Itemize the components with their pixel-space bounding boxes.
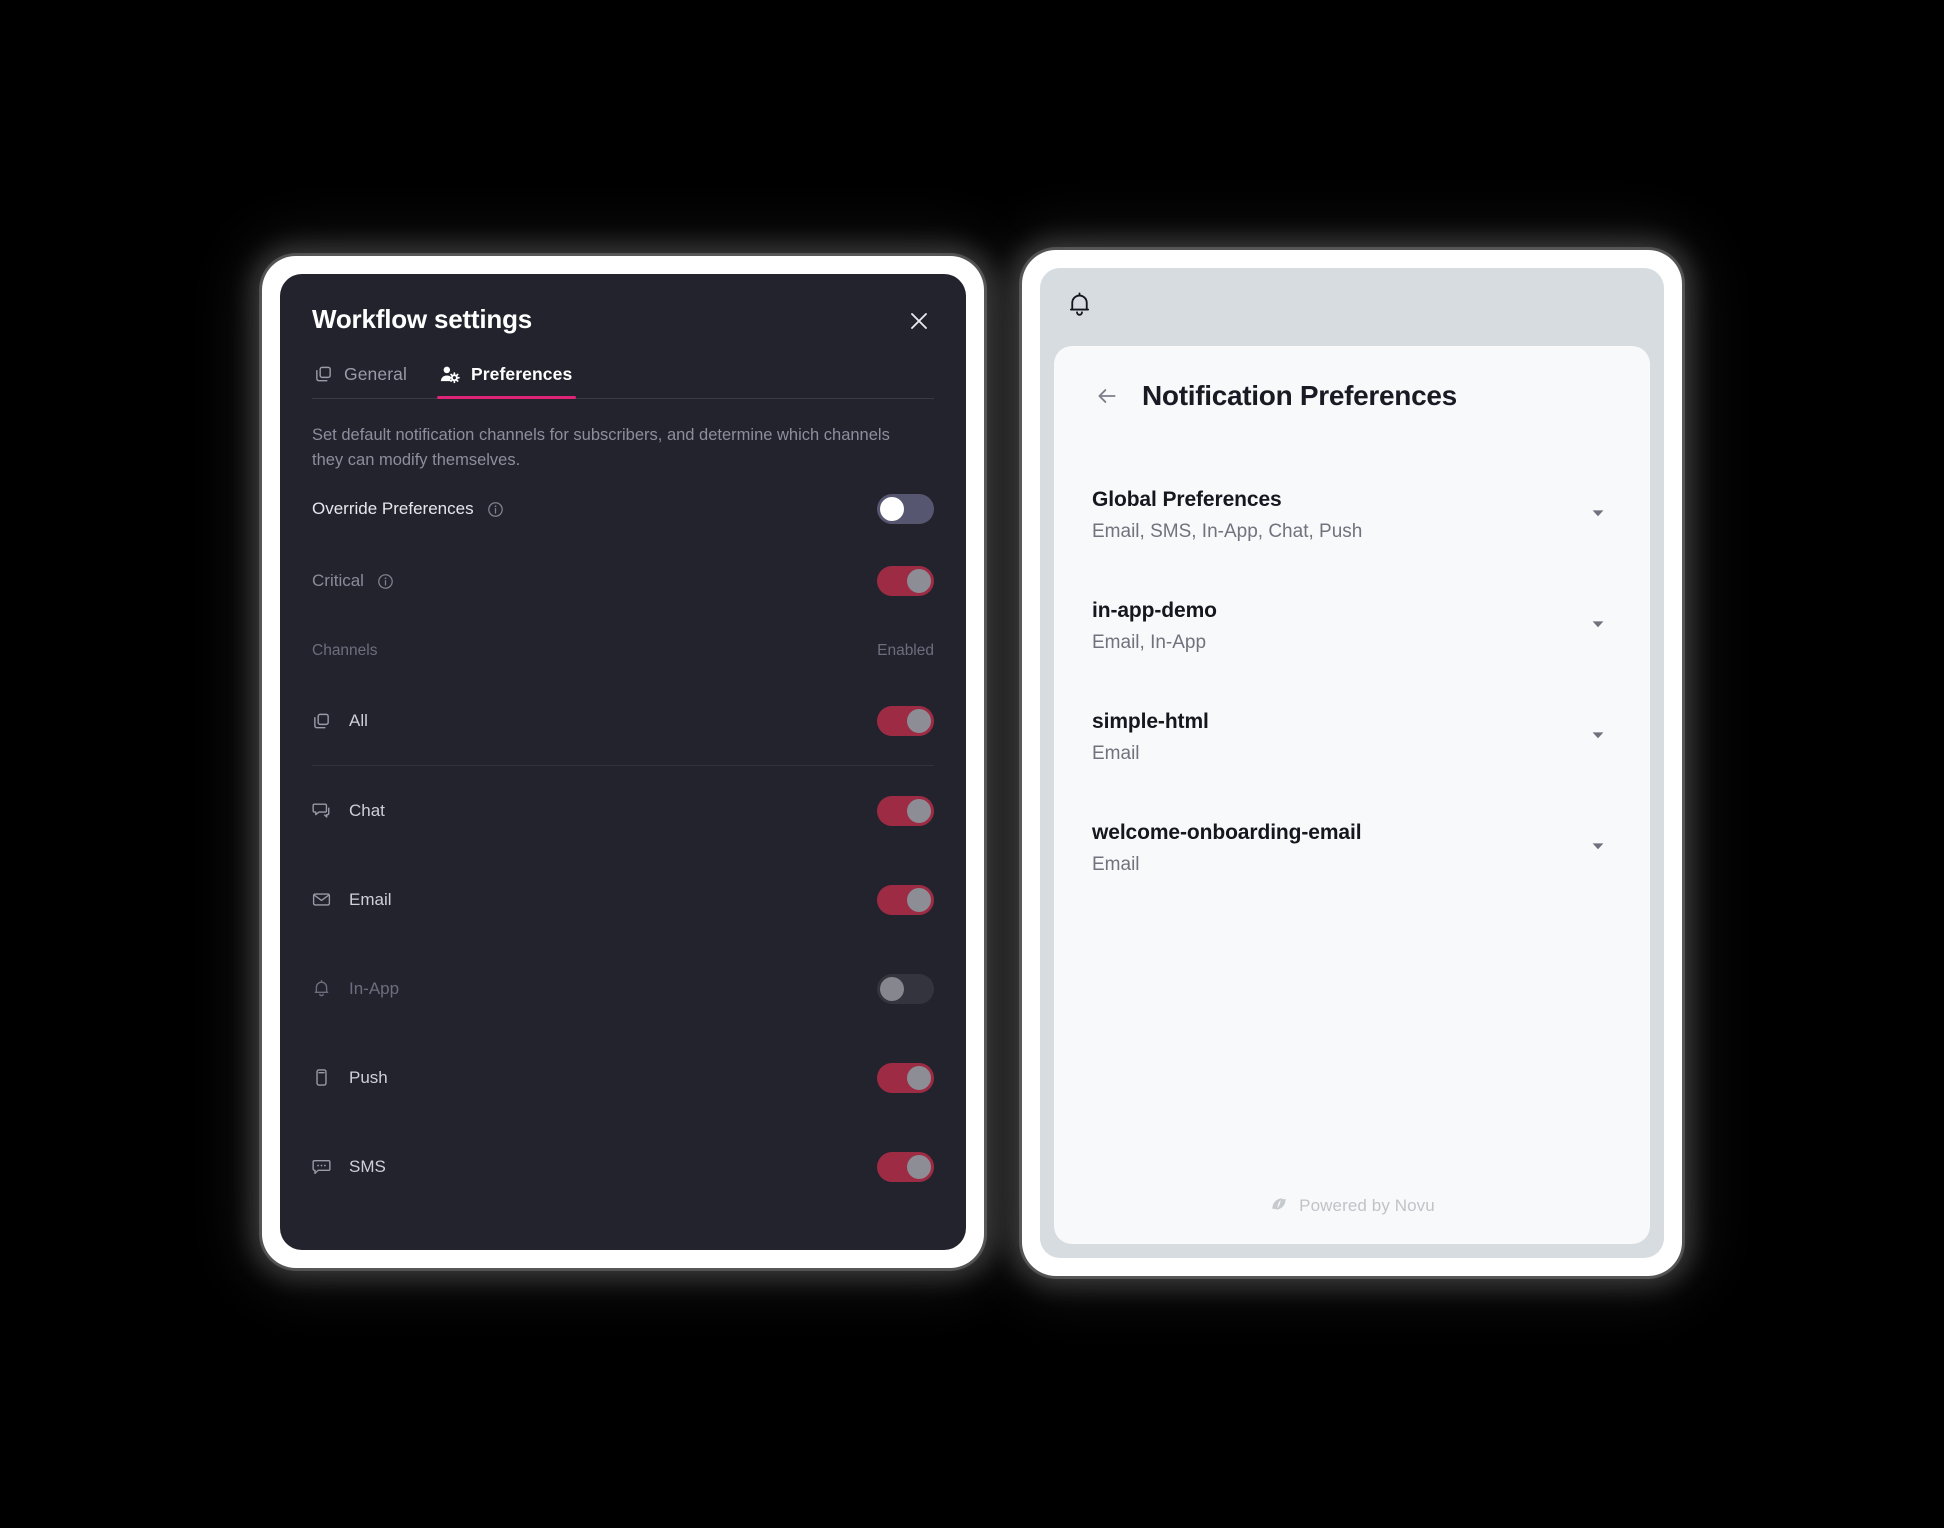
toggle-knob xyxy=(907,1065,931,1090)
channel-name-in-app: In-App xyxy=(349,978,400,998)
override-preferences-toggle[interactable] xyxy=(877,494,934,525)
toggle-knob xyxy=(907,709,931,734)
chat-icon xyxy=(312,801,332,820)
tab-preferences[interactable]: Preferences xyxy=(436,364,577,399)
preferences-list: Global Preferences Email, SMS, In-App, C… xyxy=(1092,472,1612,1168)
preference-text-group: Global Preferences Email, SMS, In-App, C… xyxy=(1092,486,1362,545)
channel-label-group: In-App xyxy=(312,979,399,999)
screenshot-stage: Workflow settings General Preferences Se… xyxy=(0,0,1944,1528)
critical-toggle[interactable] xyxy=(877,566,934,597)
channel-row-email: Email xyxy=(312,855,934,944)
close-button[interactable] xyxy=(904,306,934,336)
channel-row-chat: Chat xyxy=(312,766,934,855)
preference-channels: Email, In-App xyxy=(1092,632,1207,654)
toggle-knob xyxy=(907,887,931,912)
inbox-title: Notification Preferences xyxy=(1142,380,1457,411)
channel-name-push: Push xyxy=(349,1067,388,1087)
tab-general-label: General xyxy=(344,364,407,384)
preference-name: in-app-demo xyxy=(1092,598,1217,622)
inbox-card: Notification Preferences Global Preferen… xyxy=(1054,346,1650,1244)
channel-label-group: Push xyxy=(312,1068,388,1088)
preference-channels: Email xyxy=(1092,854,1140,876)
sms-icon xyxy=(312,1157,332,1176)
channel-toggle-all[interactable] xyxy=(877,706,934,737)
bell-icon[interactable] xyxy=(1066,291,1093,323)
preference-text-group: welcome-onboarding-email Email xyxy=(1092,819,1362,878)
preference-name: simple-html xyxy=(1092,709,1209,733)
back-button[interactable] xyxy=(1092,381,1122,411)
chevron-down-icon xyxy=(1588,836,1608,861)
page-title: Workflow settings xyxy=(312,304,533,334)
preference-item-in-app-demo[interactable]: in-app-demo Email, In-App xyxy=(1092,583,1612,670)
inbox-device-frame: Notification Preferences Global Preferen… xyxy=(1022,250,1682,1276)
chevron-down-icon xyxy=(1588,614,1608,639)
inbox-footer: Powered by Novu xyxy=(1092,1168,1612,1244)
settings-tabs: General Preferences xyxy=(312,364,934,399)
bell-icon xyxy=(312,979,332,998)
channel-toggle-chat[interactable] xyxy=(877,795,934,826)
channel-label-group: Email xyxy=(312,890,392,910)
powered-by-label: Powered by Novu xyxy=(1299,1196,1435,1215)
preference-item-simple-html[interactable]: simple-html Email xyxy=(1092,694,1612,781)
critical-label: Critical xyxy=(312,571,364,591)
preference-item-welcome-onboarding-email[interactable]: welcome-onboarding-email Email xyxy=(1092,805,1612,892)
preference-channels: Email, SMS, In-App, Chat, Push xyxy=(1092,521,1363,543)
workflow-settings-panel: Workflow settings General Preferences Se… xyxy=(280,274,966,1250)
close-icon xyxy=(911,313,927,329)
preference-item-global[interactable]: Global Preferences Email, SMS, In-App, C… xyxy=(1092,472,1612,559)
channel-toggle-in-app[interactable] xyxy=(877,973,934,1004)
channel-row-sms: SMS xyxy=(312,1122,934,1211)
preference-text-group: simple-html Email xyxy=(1092,708,1209,767)
layers-icon xyxy=(312,712,332,731)
envelope-icon xyxy=(312,890,332,909)
info-icon[interactable] xyxy=(377,573,394,590)
tab-preferences-label: Preferences xyxy=(470,364,573,384)
user-gear-icon xyxy=(439,364,460,385)
toggle-knob xyxy=(880,976,904,1001)
setting-row-override-preferences: Override Preferences xyxy=(312,473,934,545)
phone-icon xyxy=(312,1068,332,1087)
enabled-column-label: Enabled xyxy=(877,642,934,660)
arrow-left-icon xyxy=(1098,389,1116,403)
toggle-knob xyxy=(907,1154,931,1179)
channel-label-group: Chat xyxy=(312,801,385,821)
setting-row-critical: Critical xyxy=(312,545,934,617)
channel-toggle-sms[interactable] xyxy=(877,1151,934,1182)
settings-description: Set default notification channels for su… xyxy=(312,426,890,470)
channel-toggle-email[interactable] xyxy=(877,884,934,915)
channel-label-group: SMS xyxy=(312,1157,386,1177)
channels-column-label: Channels xyxy=(312,642,378,660)
tab-general[interactable]: General xyxy=(312,364,411,398)
info-icon[interactable] xyxy=(487,501,504,518)
layers-icon xyxy=(314,365,333,384)
channel-row-push: Push xyxy=(312,1033,934,1122)
toggle-knob xyxy=(880,497,904,522)
toggle-knob xyxy=(907,569,931,594)
channel-name-sms: SMS xyxy=(349,1156,386,1176)
preference-channels: Email xyxy=(1092,743,1140,765)
channel-toggle-push[interactable] xyxy=(877,1062,934,1093)
preference-name: Global Preferences xyxy=(1092,488,1282,511)
channel-name-email: Email xyxy=(349,889,392,909)
inbox-shell: Notification Preferences Global Preferen… xyxy=(1040,268,1664,1258)
chevron-down-icon xyxy=(1588,725,1608,750)
toggle-knob xyxy=(907,798,931,823)
inbox-topbar xyxy=(1040,268,1664,346)
channel-row-in-app: In-App xyxy=(312,944,934,1033)
workflow-settings-device-frame: Workflow settings General Preferences Se… xyxy=(262,256,984,1268)
preference-name: welcome-onboarding-email xyxy=(1092,820,1362,844)
channel-row-all: All xyxy=(312,677,934,767)
chevron-down-icon xyxy=(1588,503,1608,528)
channel-label-group: All xyxy=(312,711,368,731)
inbox-header: Notification Preferences xyxy=(1092,380,1612,412)
channels-table-header: Channels Enabled xyxy=(312,631,934,671)
channel-name-chat: Chat xyxy=(349,800,385,820)
novu-logo-icon xyxy=(1269,1194,1289,1219)
preference-text-group: in-app-demo Email, In-App xyxy=(1092,597,1217,656)
override-preferences-label: Override Preferences xyxy=(312,499,474,519)
setting-label-group: Critical xyxy=(312,571,394,591)
channel-name-all: All xyxy=(349,711,368,731)
setting-label-group: Override Preferences xyxy=(312,499,504,519)
workflow-settings-header: Workflow settings xyxy=(312,304,934,336)
